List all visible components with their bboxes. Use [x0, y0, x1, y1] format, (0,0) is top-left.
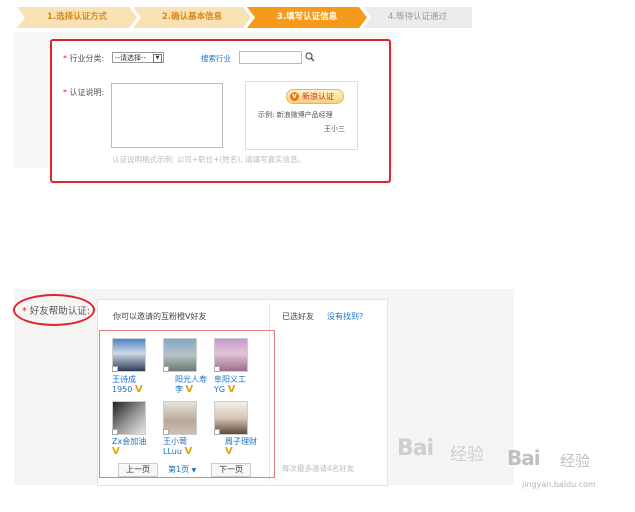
chevron-down-icon: ▼ — [153, 54, 162, 63]
sample-text-2: 王小三 — [324, 125, 345, 133]
friend-checkbox[interactable] — [163, 429, 169, 435]
search-industry-link[interactable]: 搜索行业 — [201, 53, 231, 64]
friend-checkbox[interactable] — [163, 366, 169, 372]
friend-name[interactable]: 周子理财 V — [225, 437, 257, 457]
baidu-watermark-cn-2: 经验 — [560, 452, 591, 470]
description-hint: 认证说明格式示例: 公司+职位+(姓名), 请填写真实信息。 — [112, 155, 306, 164]
friend-help-label: 好友帮助认证: — [29, 306, 90, 317]
prev-page-button[interactable]: 上一页 — [118, 463, 158, 477]
verified-v-icon: V — [290, 92, 299, 101]
industry-label: 行业分类: — [69, 54, 105, 63]
orange-v-icon: V — [134, 384, 143, 395]
friend-name-line-2: 李 — [175, 385, 183, 394]
industry-label-row: * 行业分类: — [63, 53, 104, 64]
max-invite-hint: 每次最多邀请4名好友 — [282, 464, 355, 473]
baidu-watermark-2: Bai — [507, 446, 541, 470]
step-2: 2.确认基本信息 — [133, 7, 251, 28]
orange-v-icon: V — [184, 446, 193, 457]
friend-name-line-1: 周子理财 — [225, 437, 257, 446]
side-blank — [400, 100, 458, 148]
friend-label-row: * 好友帮助认证: — [22, 303, 90, 317]
friend-checkbox[interactable] — [214, 429, 220, 435]
orange-v-icon: V — [227, 384, 236, 395]
industry-search-input[interactable] — [239, 51, 302, 64]
friend-name-line-1: Zx会加油 — [112, 437, 147, 446]
search-icon[interactable] — [305, 52, 315, 62]
required-star: * — [63, 88, 67, 97]
baidu-watermark: Bai — [397, 436, 434, 461]
invite-title: 你可以邀请的互粉橙V好友 — [113, 312, 207, 321]
friend-name-line-2: LLuu — [163, 447, 182, 456]
friend-checkbox[interactable] — [112, 366, 118, 372]
progress-steps: 1.选择认证方式 2.确认基本信息 3.填写认证信息 4.等待认证通过 — [17, 7, 472, 28]
friend-name-line-1: 阜阳义工 — [214, 375, 246, 384]
desc-label-row: * 认证说明: — [63, 87, 104, 98]
friend-checkbox[interactable] — [112, 429, 118, 435]
friend-name-line-1: 阳光人寿 — [175, 375, 207, 384]
friend-name-line-1: 王诗成 — [112, 375, 136, 384]
friend-name-line-1: 王小莺 — [163, 437, 187, 446]
industry-select-value: --请选择-- — [115, 54, 147, 62]
sample-text-1: 示例: 新浪微博产品经理 — [258, 111, 333, 119]
step-3-current: 3.填写认证信息 — [247, 7, 367, 28]
friend-checkbox[interactable] — [214, 366, 220, 372]
selected-title: 已选好友 — [282, 312, 314, 321]
watermark-text: Bai — [507, 446, 541, 470]
orange-v-icon: V — [225, 446, 233, 457]
friend-name[interactable]: 王诗成 1950 V — [112, 375, 143, 395]
industry-select[interactable]: --请选择-- ▼ — [112, 52, 164, 63]
desc-label: 认证说明: — [69, 88, 105, 97]
friend-name[interactable]: 阳光人寿李 V — [175, 375, 207, 395]
next-page-button[interactable]: 下一页 — [211, 463, 251, 477]
required-star: * — [63, 54, 67, 63]
chevron-down-icon: ▼ — [191, 467, 197, 474]
watermark-text: Bai — [397, 436, 434, 461]
description-textarea[interactable] — [111, 83, 223, 148]
not-found-link[interactable]: 没有找到? — [327, 311, 363, 322]
required-star: * — [22, 306, 27, 317]
friend-name[interactable]: 阜阳义工 YG V — [214, 375, 246, 395]
orange-v-icon: V — [185, 384, 194, 395]
friend-name-line-2: YG — [214, 385, 226, 394]
baidu-watermark-cn: 经验 — [450, 445, 484, 465]
friend-name-line-2: 1950 — [112, 385, 133, 394]
step-4: 4.等待认证通过 — [363, 7, 472, 28]
page-select[interactable]: 第1页 ▼ — [168, 464, 196, 475]
step-1: 1.选择认证方式 — [17, 7, 137, 28]
watermark-url: jingyan.baidu.com — [522, 480, 596, 489]
friend-name[interactable]: Zx会加油 V — [112, 437, 146, 457]
friend-name[interactable]: 王小莺 LLuu V — [163, 437, 192, 457]
sina-verified-badge: V 新浪认证 — [286, 89, 344, 104]
orange-v-icon: V — [112, 446, 120, 457]
current-page: 第1页 — [168, 465, 190, 474]
badge-label: 新浪认证 — [302, 92, 334, 101]
